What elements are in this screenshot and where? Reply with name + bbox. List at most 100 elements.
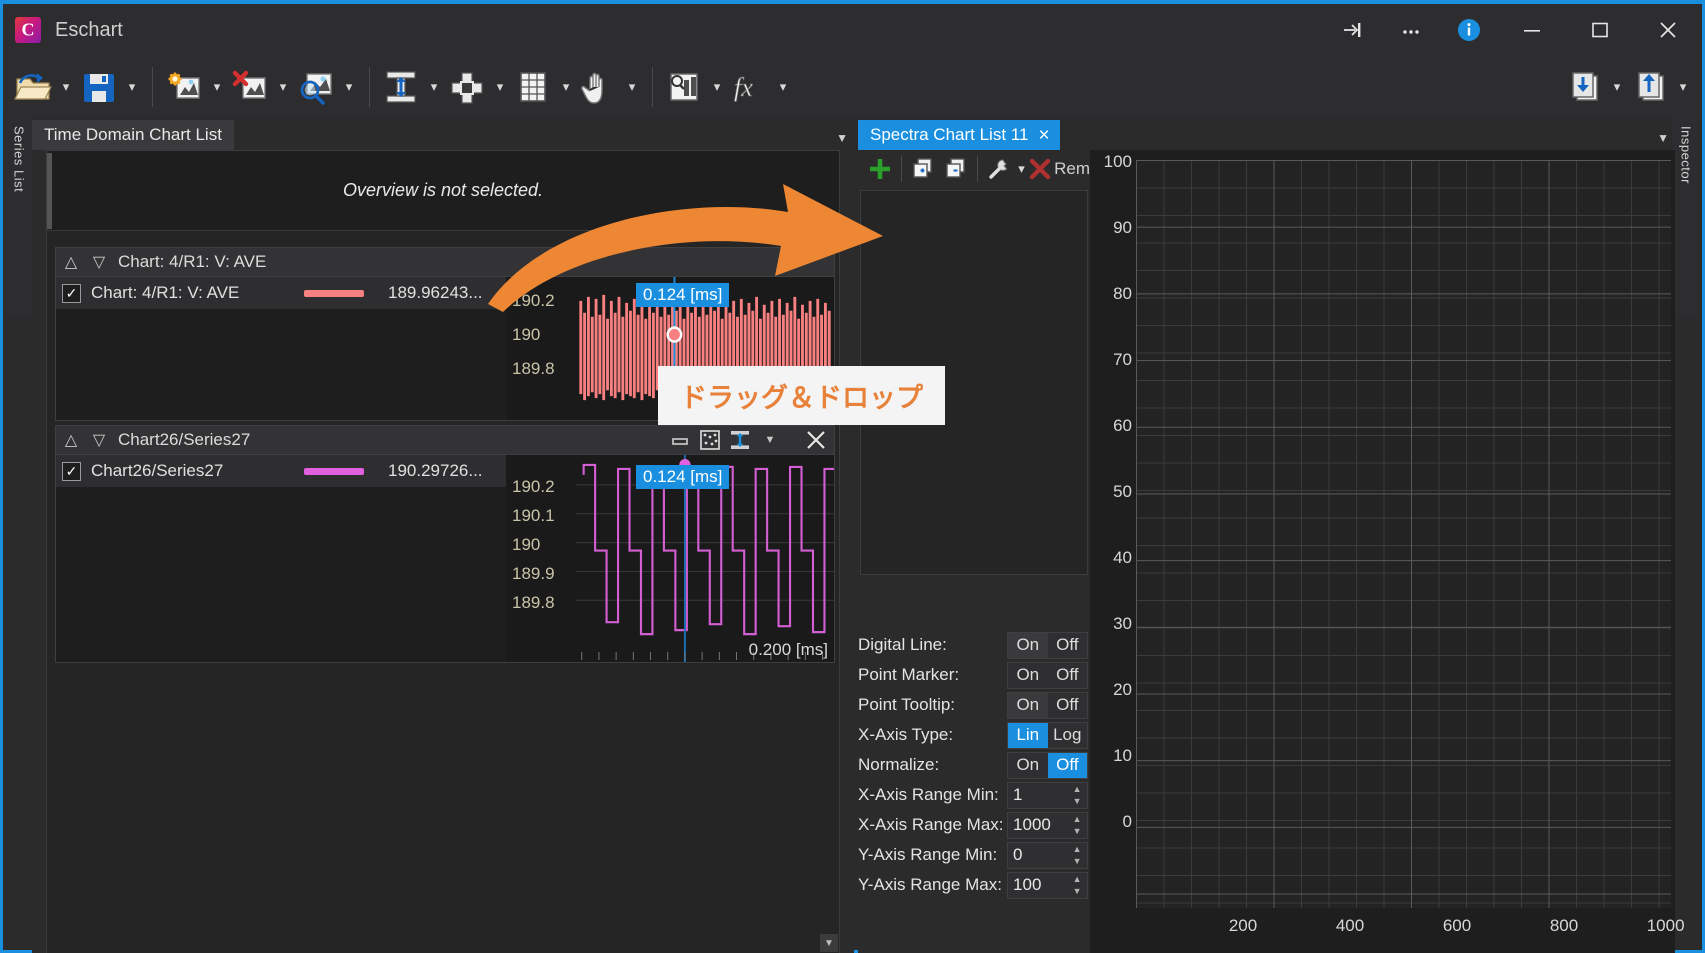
new-chart-icon[interactable]: [162, 65, 206, 109]
normalize-toggle[interactable]: On Off: [1007, 751, 1089, 779]
export-icon[interactable]: [1628, 65, 1672, 109]
scroll-down-button[interactable]: ▼: [820, 934, 838, 952]
point-marker-on[interactable]: On: [1008, 662, 1048, 688]
chevron-down-icon[interactable]: ▼: [1657, 131, 1669, 145]
spinner-up-icon[interactable]: ▲: [1067, 843, 1087, 855]
x-axis-type-toggle[interactable]: Lin Log: [1007, 721, 1089, 749]
spinner-down-icon[interactable]: ▼: [1067, 885, 1087, 897]
y-axis-range-min-input[interactable]: 0 ▲ ▼: [1007, 841, 1089, 869]
mini-chart-2[interactable]: 190.2 190.1 190 189.9 189.8 0.124 [ms] 0…: [506, 455, 834, 662]
spinner-arrows[interactable]: ▲ ▼: [1067, 873, 1087, 897]
grid-icon[interactable]: [511, 65, 555, 109]
zoom-chart-icon[interactable]: [294, 65, 338, 109]
digital-line-on[interactable]: On: [1008, 632, 1048, 658]
open-folder-icon[interactable]: [11, 65, 55, 109]
maximize-button[interactable]: [1566, 4, 1634, 56]
spinner-up-icon[interactable]: ▲: [1067, 813, 1087, 825]
toolbar-pan-hand[interactable]: ▾: [577, 64, 643, 110]
chart-group-header[interactable]: △ ▽ Chart: 4/R1: V: AVE: [55, 247, 835, 277]
series-checkbox[interactable]: ✓: [62, 461, 81, 481]
chevron-down-icon[interactable]: ▾: [1672, 65, 1694, 109]
point-tooltip-off[interactable]: Off: [1047, 692, 1088, 718]
toolbar-move-cursor[interactable]: ▾: [445, 64, 511, 110]
move-up-icon[interactable]: △: [62, 431, 80, 449]
remove-button[interactable]: Rem: [1028, 157, 1090, 181]
minimize-button[interactable]: [1498, 4, 1566, 56]
point-marker-toggle[interactable]: On Off: [1007, 661, 1089, 689]
toolbar-import[interactable]: ▾: [1562, 64, 1628, 110]
spinner-down-icon[interactable]: ▼: [1067, 795, 1087, 807]
statistics-icon[interactable]: [662, 65, 706, 109]
x-axis-type-log[interactable]: Log: [1047, 722, 1088, 748]
toolbar-grid-view[interactable]: ▾: [511, 64, 577, 110]
point-tooltip-on[interactable]: On: [1008, 692, 1048, 718]
pin-icon[interactable]: [1324, 4, 1382, 56]
overview-scrollbar[interactable]: [47, 153, 52, 229]
hand-icon[interactable]: [577, 65, 621, 109]
sidebar-tab-series-list[interactable]: Series List: [6, 118, 32, 318]
chevron-down-icon[interactable]: ▾: [706, 65, 728, 109]
x-axis-range-max-input[interactable]: 1000 ▲ ▼: [1007, 811, 1089, 839]
point-tooltip-toggle[interactable]: On Off: [1007, 691, 1089, 719]
chevron-down-icon[interactable]: ▾: [272, 65, 294, 109]
chevron-down-icon[interactable]: ▾: [489, 65, 511, 109]
toolbar-delete-chart[interactable]: ▾: [228, 64, 294, 110]
move-down-icon[interactable]: ▽: [90, 431, 108, 449]
chevron-down-icon[interactable]: ▾: [121, 65, 143, 109]
close-icon[interactable]: [804, 428, 828, 452]
chevron-down-icon[interactable]: ▾: [55, 65, 77, 109]
spinner-up-icon[interactable]: ▲: [1067, 783, 1087, 795]
toolbar-fit-vertical[interactable]: ▾: [379, 64, 445, 110]
y-axis-range-max-input[interactable]: 100 ▲ ▼: [1007, 871, 1089, 899]
chevron-down-icon[interactable]: ▾: [1015, 147, 1028, 191]
digital-line-off[interactable]: Off: [1047, 632, 1088, 658]
toolbar-function[interactable]: fx ▾: [728, 64, 794, 110]
save-disk-icon[interactable]: [77, 65, 121, 109]
chevron-down-icon[interactable]: ▾: [206, 65, 228, 109]
minimize-icon[interactable]: [668, 428, 692, 452]
close-icon[interactable]: ×: [1038, 126, 1049, 145]
chart-group-header[interactable]: △ ▽ Chart26/Series27 ▼: [55, 425, 835, 455]
fit-vertical-icon[interactable]: [379, 65, 423, 109]
normalize-on[interactable]: On: [1008, 752, 1048, 778]
series-row[interactable]: ✓ Chart26/Series27 190.29726...: [56, 455, 506, 487]
spectra-plot-area[interactable]: 100 90 80 70 60 50 40 30 20 10 0 200 400…: [1090, 150, 1685, 953]
toolbar-statistics[interactable]: ▾: [662, 64, 728, 110]
delete-chart-icon[interactable]: [228, 65, 272, 109]
close-button[interactable]: [1634, 4, 1702, 56]
spinner-down-icon[interactable]: ▼: [1067, 825, 1087, 837]
series-row[interactable]: ✓ Chart: 4/R1: V: AVE 189.96243...: [56, 277, 506, 309]
toolbar-export[interactable]: ▾: [1628, 64, 1694, 110]
normalize-off[interactable]: Off: [1047, 752, 1088, 778]
chevron-down-icon[interactable]: ▼: [758, 428, 782, 452]
series-checkbox[interactable]: ✓: [62, 283, 81, 303]
chevron-down-icon[interactable]: ▾: [338, 65, 360, 109]
more-options-icon[interactable]: [1382, 4, 1440, 56]
fit-vertical-icon[interactable]: [728, 428, 752, 452]
chevron-down-icon[interactable]: ▾: [1606, 65, 1628, 109]
add-spectra-button[interactable]: [864, 152, 896, 186]
toolbar-new-chart[interactable]: ▾: [162, 64, 228, 110]
settings-button[interactable]: [983, 152, 1015, 186]
import-icon[interactable]: [1562, 65, 1606, 109]
tab-spectra-chart-list[interactable]: Spectra Chart List 11 ×: [858, 120, 1060, 150]
chevron-down-icon[interactable]: ▾: [621, 65, 643, 109]
info-icon[interactable]: [1440, 4, 1498, 56]
x-axis-type-lin[interactable]: Lin: [1008, 722, 1048, 748]
toolbar-zoom-chart[interactable]: ▾: [294, 64, 360, 110]
chevron-down-icon[interactable]: ▾: [772, 65, 794, 109]
spectra-plot-grid[interactable]: [1136, 160, 1671, 908]
toolbar-save-file[interactable]: ▾: [77, 64, 143, 110]
chevron-down-icon[interactable]: ▾: [555, 65, 577, 109]
chevron-down-icon[interactable]: ▾: [423, 65, 445, 109]
chevron-down-icon[interactable]: ▼: [836, 131, 848, 145]
spinner-arrows[interactable]: ▲ ▼: [1067, 843, 1087, 867]
move-down-icon[interactable]: ▽: [90, 253, 108, 271]
spinner-arrows[interactable]: ▲ ▼: [1067, 813, 1087, 837]
toolbar-open-file[interactable]: ▾: [11, 64, 77, 110]
spinner-arrows[interactable]: ▲ ▼: [1067, 783, 1087, 807]
sidebar-tab-inspector[interactable]: Inspector: [1673, 118, 1699, 318]
fx-icon[interactable]: fx: [728, 65, 772, 109]
move-cursor-icon[interactable]: [445, 65, 489, 109]
spinner-down-icon[interactable]: ▼: [1067, 855, 1087, 867]
